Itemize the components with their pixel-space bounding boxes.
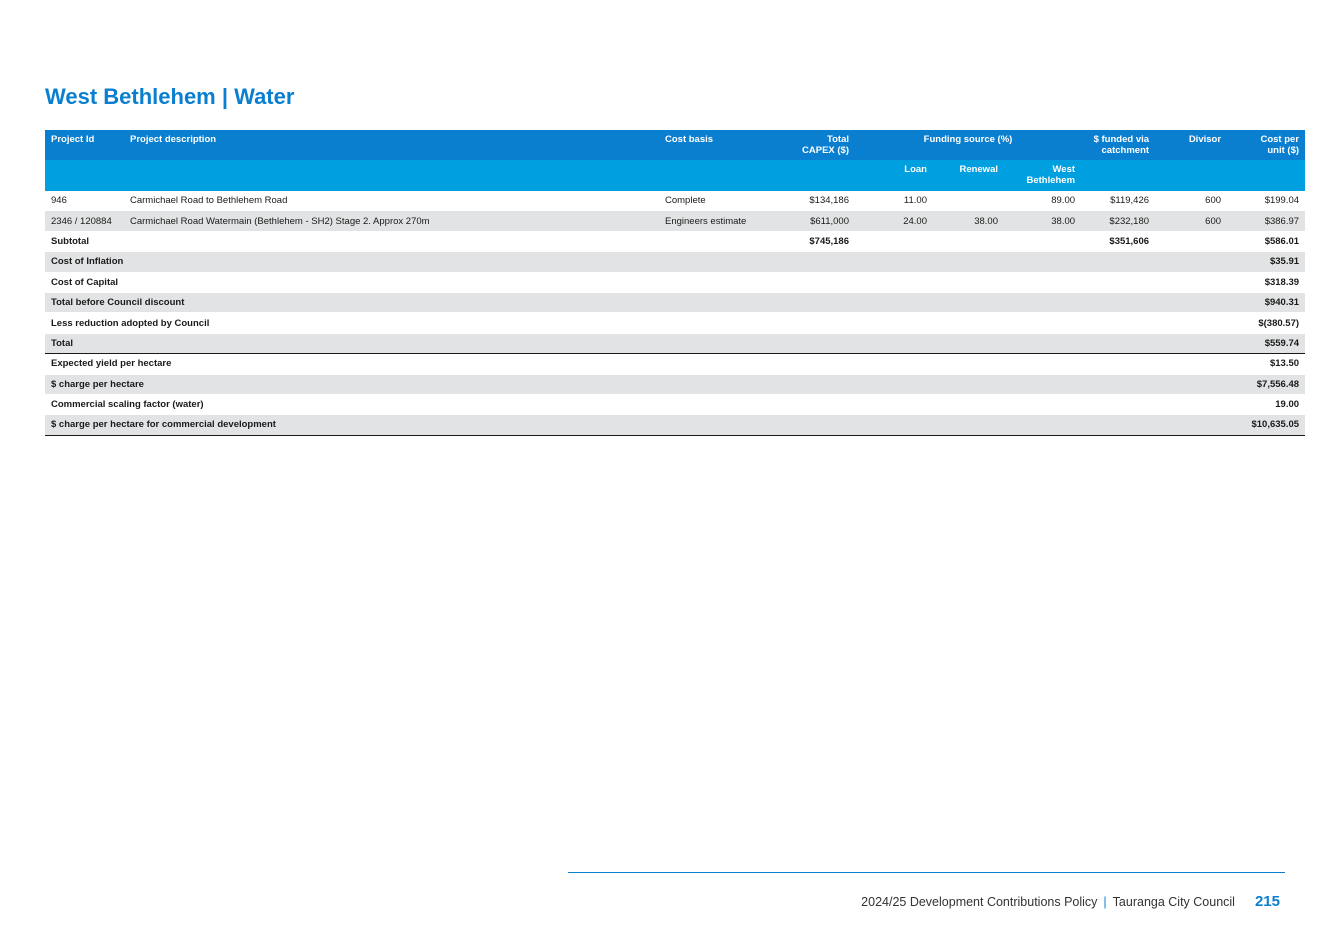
footer-document-title: 2024/25 Development Contributions Policy: [861, 895, 1098, 909]
subtotal-funded: $351,606: [1081, 230, 1156, 253]
header-row-primary: Project Id Project description Cost basi…: [45, 130, 1306, 160]
header-row-secondary: Loan Renewal West Bethlehem: [45, 160, 1306, 191]
summary-value: $559.74: [1227, 333, 1306, 355]
header-divisor: Divisor: [1155, 130, 1228, 160]
cell-funded: $232,180: [1081, 210, 1156, 232]
summary-label: Cost of Inflation: [45, 251, 1228, 273]
header-blank: [769, 160, 855, 191]
cell-total-capex: $134,186: [769, 191, 855, 212]
charge-row: Commercial scaling factor (water) 19.00: [45, 394, 1306, 416]
header-west-line1: West: [1052, 164, 1076, 175]
header-blank: [1227, 160, 1306, 191]
header-blank: [1155, 160, 1228, 191]
header-funded-via-line1: $ funded via: [1093, 134, 1150, 145]
cell-project-id: 2346 / 120884: [45, 210, 124, 232]
cell-west: 38.00: [1004, 210, 1082, 232]
summary-row: Total before Council discount $940.31: [45, 292, 1306, 314]
header-blank: [1081, 160, 1156, 191]
cell-loan: 11.00: [855, 191, 933, 212]
summary-label: Cost of Capital: [45, 272, 1228, 293]
header-blank: [659, 160, 769, 191]
summary-row: Cost of Capital $318.39: [45, 272, 1306, 293]
charge-value: $10,635.05: [1227, 414, 1306, 436]
header-cost-per-unit-line2: unit ($): [1267, 145, 1300, 156]
charge-row: $ charge per hectare $7,556.48: [45, 374, 1306, 395]
summary-value: $35.91: [1227, 251, 1306, 273]
charge-row: Expected yield per hectare $13.50: [45, 353, 1306, 375]
charge-label: Commercial scaling factor (water): [45, 394, 1228, 416]
cell-divisor: 600: [1155, 210, 1228, 232]
cell-renewal: 38.00: [933, 210, 1004, 232]
cell-cost-per-unit: $199.04: [1227, 191, 1306, 212]
subtotal-total-capex: $745,186: [769, 230, 855, 253]
header-total-capex: Total CAPEX ($): [769, 130, 855, 160]
charge-label: $ charge per hectare: [45, 374, 1228, 395]
subtotal-label: Subtotal: [45, 230, 769, 253]
summary-value: $(380.57): [1227, 312, 1306, 334]
cost-table: Project Id Project description Cost basi…: [45, 130, 1306, 436]
charge-row: $ charge per hectare for commercial deve…: [45, 414, 1306, 436]
summary-value: $940.31: [1227, 292, 1306, 314]
summary-label: Less reduction adopted by Council: [45, 312, 1228, 334]
table-row: 946 Carmichael Road to Bethlehem Road Co…: [45, 191, 1306, 212]
header-funded-via-catchment: $ funded via catchment: [1081, 130, 1156, 160]
header-funded-via-line2: catchment: [1101, 145, 1150, 156]
cell-description: Carmichael Road Watermain (Bethlehem - S…: [124, 210, 659, 232]
cell-description: Carmichael Road to Bethlehem Road: [124, 191, 659, 212]
cell-cost-basis: Complete: [659, 191, 769, 212]
cell-divisor: 600: [1155, 191, 1228, 212]
page-number: 215: [1254, 893, 1280, 910]
page-footer: 2024/25 Development Contributions Policy…: [861, 893, 1280, 910]
page-title: West Bethlehem | Water: [45, 84, 295, 109]
header-blank: [45, 160, 124, 191]
summary-row: Cost of Inflation $35.91: [45, 251, 1306, 273]
header-total-capex-line1: Total: [827, 134, 849, 145]
summary-row: Less reduction adopted by Council $(380.…: [45, 312, 1306, 334]
header-project-description: Project description: [124, 130, 659, 160]
summary-label: Total before Council discount: [45, 292, 1228, 314]
footer-council-name: Tauranga City Council: [1112, 895, 1235, 909]
header-loan: Loan: [855, 160, 933, 191]
header-funding-source: Funding source (%): [855, 130, 1082, 160]
cell-west: 89.00: [1004, 191, 1082, 212]
summary-row-total: Total $559.74: [45, 333, 1306, 355]
cell-cost-basis: Engineers estimate: [659, 210, 769, 232]
summary-value: $318.39: [1227, 272, 1306, 293]
header-cost-basis: Cost basis: [659, 130, 769, 160]
header-cost-per-unit: Cost per unit ($): [1227, 130, 1306, 160]
header-west-bethlehem: West Bethlehem: [1004, 160, 1082, 191]
footer-separator: |: [1103, 895, 1107, 909]
header-project-id: Project Id: [45, 130, 124, 160]
cell-funded: $119,426: [1081, 191, 1156, 212]
header-west-line2: Bethlehem: [1026, 175, 1076, 186]
cell-project-id: 946: [45, 191, 124, 212]
charge-label: $ charge per hectare for commercial deve…: [45, 414, 1228, 436]
charge-value: $7,556.48: [1227, 374, 1306, 395]
summary-label: Total: [45, 333, 1228, 355]
charge-value: 19.00: [1227, 394, 1306, 416]
subtotal-cost-per-unit: $586.01: [1227, 230, 1306, 253]
cell-renewal: [933, 191, 1004, 212]
cell-loan: 24.00: [855, 210, 933, 232]
header-renewal: Renewal: [933, 160, 1004, 191]
charge-label: Expected yield per hectare: [45, 353, 1228, 375]
charge-value: $13.50: [1227, 353, 1306, 375]
header-total-capex-line2: CAPEX ($): [802, 145, 849, 156]
table-row: 2346 / 120884 Carmichael Road Watermain …: [45, 210, 1306, 232]
footer-divider: [568, 872, 1285, 873]
header-cost-per-unit-line1: Cost per: [1260, 134, 1300, 145]
subtotal-row: Subtotal $745,186 $351,606 $586.01: [45, 230, 1306, 253]
header-blank: [124, 160, 659, 191]
cell-cost-per-unit: $386.97: [1227, 210, 1306, 232]
cell-total-capex: $611,000: [769, 210, 855, 232]
